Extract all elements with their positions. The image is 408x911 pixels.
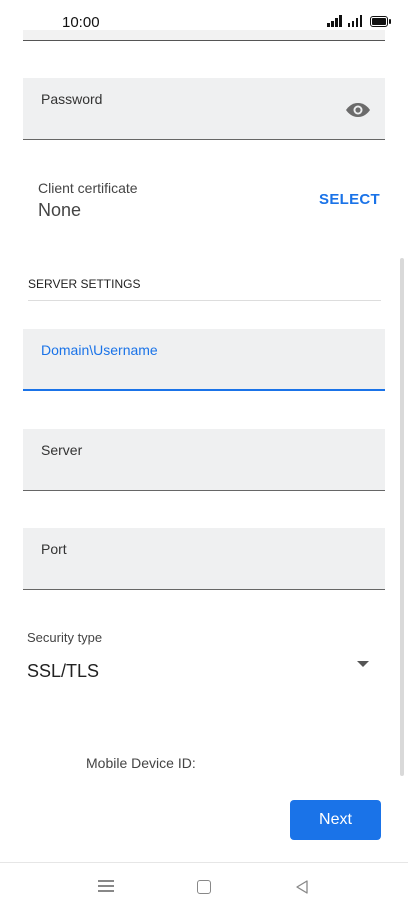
server-field[interactable]: Server <box>23 429 385 491</box>
screen: 10:00 Password Client certificate None S… <box>0 0 408 911</box>
section-divider <box>28 300 381 301</box>
next-button[interactable]: Next <box>290 800 381 840</box>
back-icon[interactable] <box>294 879 310 895</box>
port-label: Port <box>41 541 67 557</box>
server-label: Server <box>41 442 83 458</box>
dropdown-arrow-icon[interactable] <box>357 661 369 667</box>
server-settings-title: SERVER SETTINGS <box>28 277 141 291</box>
password-field[interactable]: Password <box>23 78 385 140</box>
select-certificate-button[interactable]: SELECT <box>319 191 380 208</box>
previous-field-underline <box>23 40 385 41</box>
navigation-bar <box>0 862 408 911</box>
status-icons <box>327 15 391 27</box>
scrollbar[interactable] <box>400 258 404 776</box>
password-label: Password <box>41 91 103 107</box>
status-time: 10:00 <box>62 14 100 31</box>
port-field[interactable]: Port <box>23 528 385 590</box>
menu-icon[interactable] <box>98 880 114 892</box>
client-certificate-value: None <box>38 200 82 220</box>
security-type-label: Security type <box>27 630 103 645</box>
client-certificate-label: Client certificate <box>38 180 138 196</box>
signal-icon <box>347 15 362 27</box>
signal-icon <box>327 15 342 27</box>
battery-icon <box>370 16 391 27</box>
mobile-device-id-label: Mobile Device ID: <box>86 755 196 771</box>
home-icon[interactable] <box>197 880 211 894</box>
domain-username-label: Domain\Username <box>41 342 158 358</box>
security-type-select[interactable]: SSL/TLS <box>27 661 99 682</box>
eye-icon[interactable] <box>345 101 371 119</box>
previous-field-bottom <box>23 30 385 40</box>
domain-username-field[interactable]: Domain\Username <box>23 329 385 391</box>
